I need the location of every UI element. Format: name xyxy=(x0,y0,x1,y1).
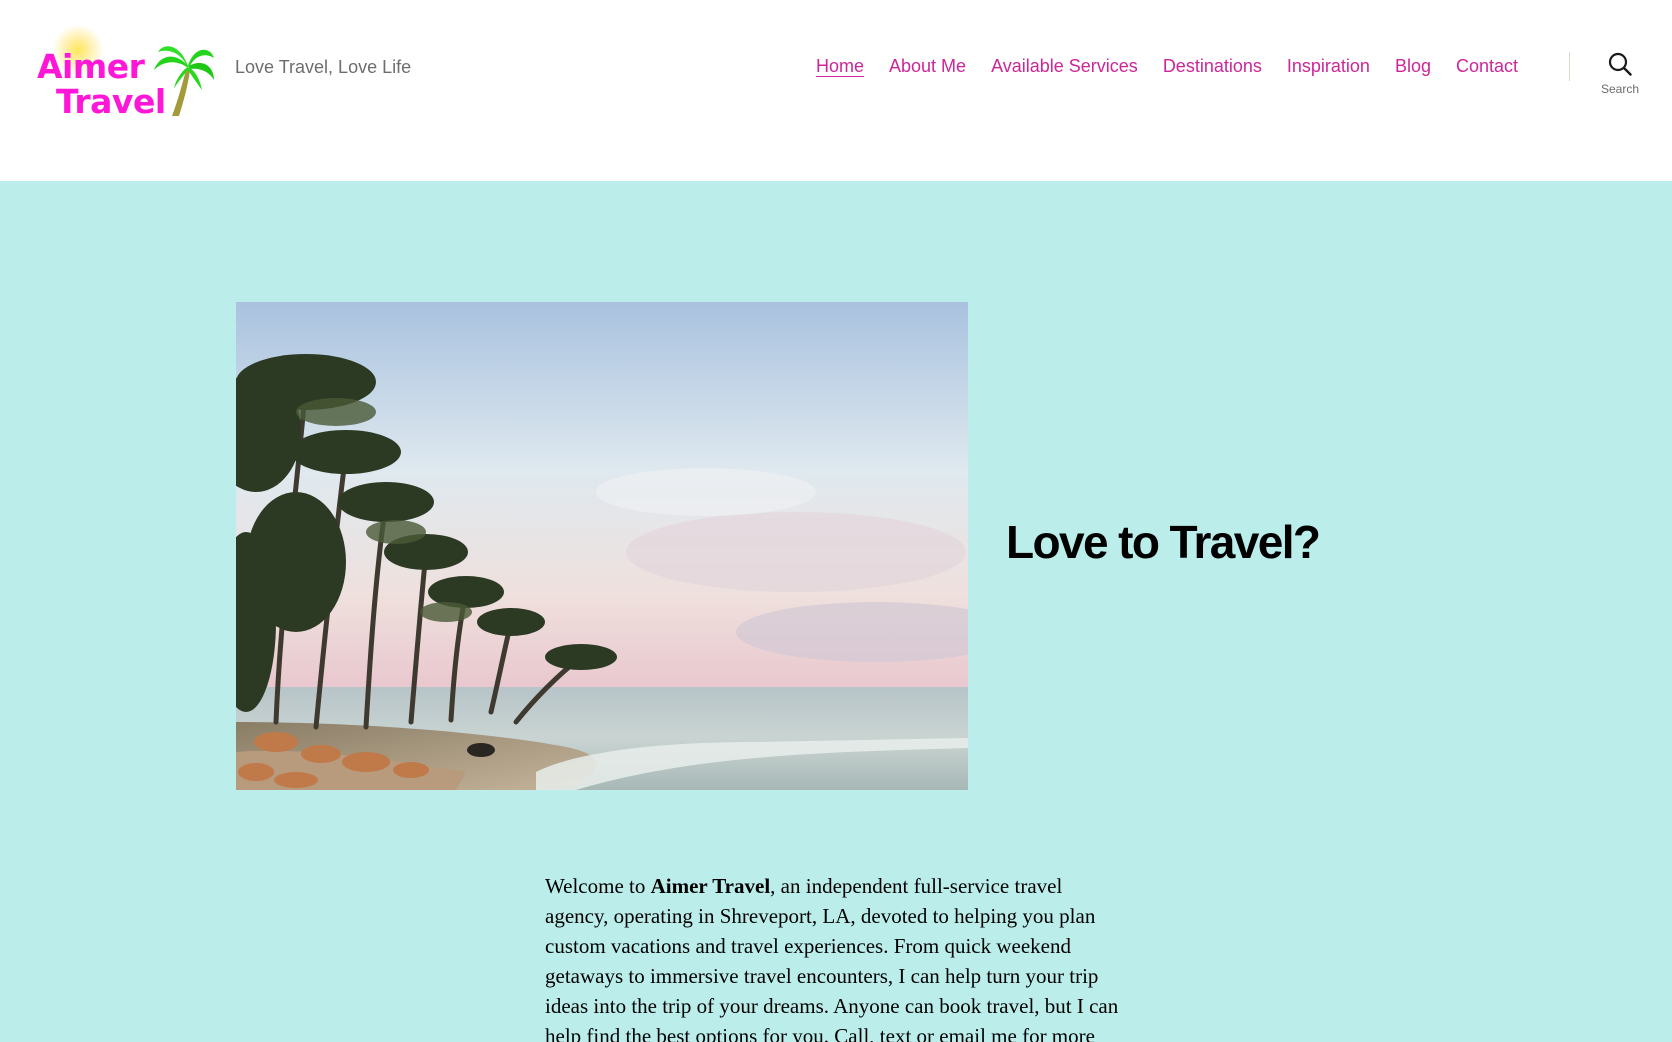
nav-item-available-services[interactable]: Available Services xyxy=(991,56,1138,77)
hero-beach-image xyxy=(236,302,968,790)
main-content: Love to Travel? Welcome to Aimer Travel,… xyxy=(0,181,1672,1042)
intro-brand-name: Aimer Travel xyxy=(650,874,771,898)
nav-item-home[interactable]: Home xyxy=(816,56,864,77)
nav-item-destinations[interactable]: Destinations xyxy=(1163,56,1262,77)
search-icon xyxy=(1608,52,1632,76)
intro-text-before: Welcome to xyxy=(545,874,651,898)
header-divider xyxy=(1569,52,1570,81)
site-tagline: Love Travel, Love Life xyxy=(235,57,412,77)
hero-heading: Love to Travel? xyxy=(1006,516,1321,568)
search-button[interactable]: Search xyxy=(1590,52,1650,108)
site-header: Aimer Travel Love Travel, Love Life Home… xyxy=(0,0,1672,181)
site-logo[interactable]: Aimer Travel xyxy=(34,24,214,121)
intro-paragraph: Welcome to Aimer Travel, an independent … xyxy=(545,871,1130,1042)
intro-text-after: , an independent full-service travel age… xyxy=(545,874,1119,1042)
logo-text-line1: Aimer xyxy=(37,47,145,86)
nav-item-contact[interactable]: Contact xyxy=(1456,56,1518,77)
nav-item-inspiration[interactable]: Inspiration xyxy=(1287,56,1370,77)
palm-tree-icon xyxy=(154,46,214,116)
search-label: Search xyxy=(1600,82,1640,96)
primary-nav: Home About Me Available Services Destina… xyxy=(816,56,1518,77)
nav-item-about-me[interactable]: About Me xyxy=(889,56,966,77)
nav-item-blog[interactable]: Blog xyxy=(1395,56,1431,77)
logo-text-line2: Travel xyxy=(56,82,166,121)
